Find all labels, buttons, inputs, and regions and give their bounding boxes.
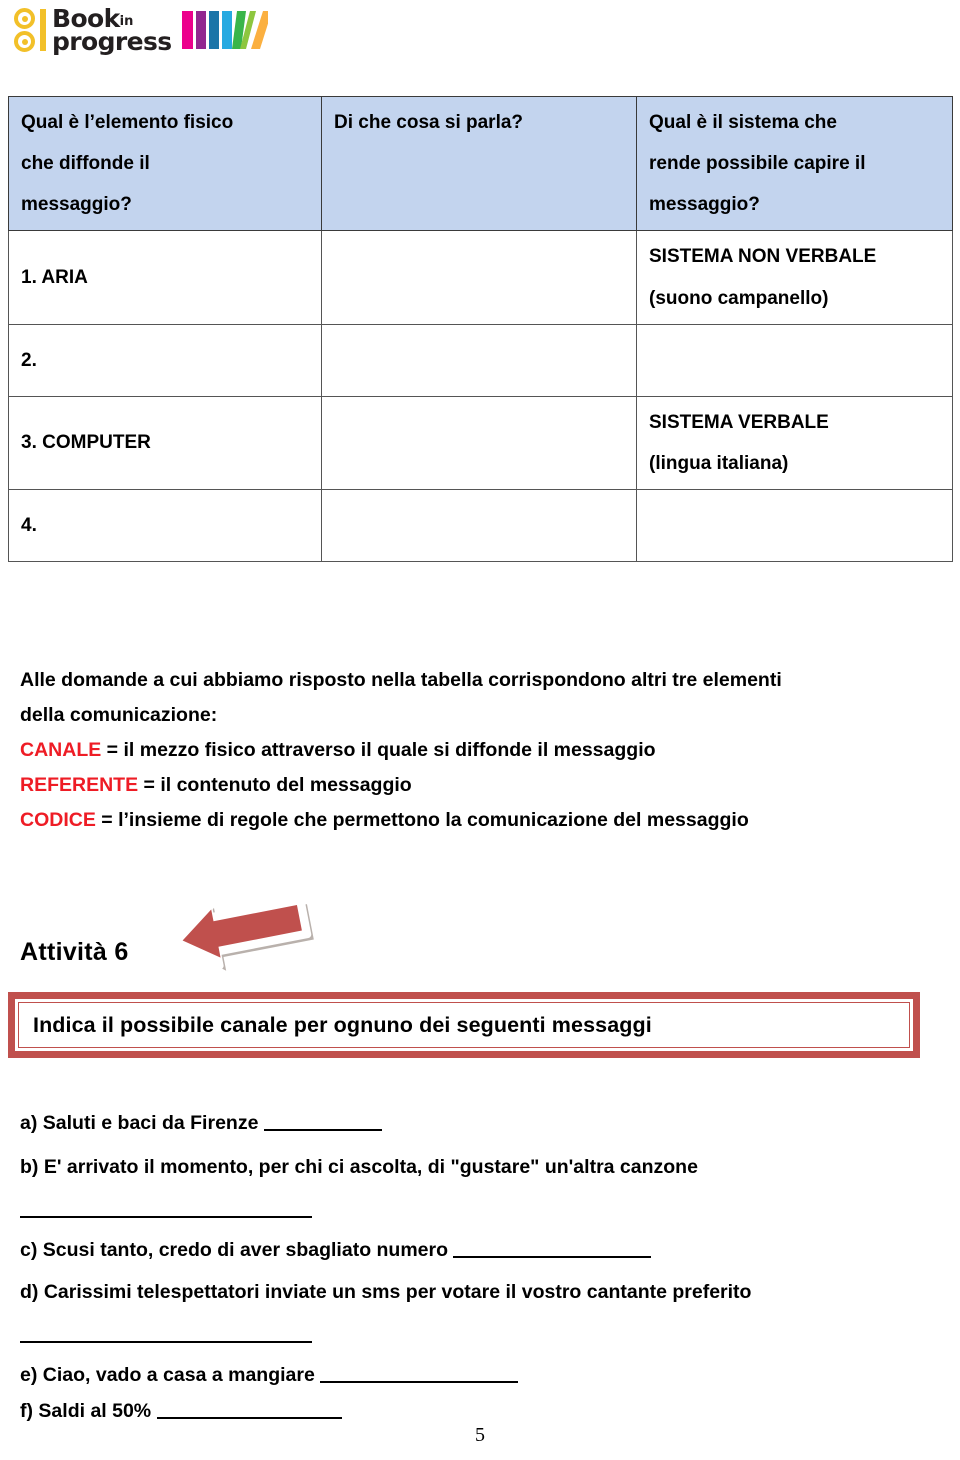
left-arrow-icon [168,895,318,981]
answer-blank-b[interactable] [20,1216,312,1219]
answer-blank-d[interactable] [20,1341,312,1344]
definition-referente: REFERENTE = il contenuto del messaggio [20,768,940,803]
definition-term-referente: REFERENTE [20,774,139,796]
definition-text-referente: = il contenuto del messaggio [143,774,412,796]
list-item: e) Ciao, vado a casa a mangiare [20,1360,940,1390]
exercise-text-a: Saluti e baci da Firenze [42,1112,259,1134]
exercise-text-e: Ciao, vado a casa a mangiare [42,1364,315,1386]
table-cell-referente-3[interactable] [321,395,637,490]
brand-logo: Bookin progress [14,6,272,56]
logo-eye-bottom-icon [14,31,35,52]
table-cell-referente-1[interactable] [321,230,637,325]
table-cell-canale-4[interactable]: 4. [8,488,322,562]
exercise-marker-f: f) [20,1400,33,1422]
exercise-marker-c: c) [20,1239,38,1261]
exercise-marker-b: b) [20,1156,39,1178]
logo-eye-top-icon [14,8,35,29]
exercise-marker-a: a) [20,1112,38,1134]
table-cell-codice-4[interactable] [636,488,953,562]
table-cell-canale-1[interactable]: 1. ARIA [8,230,322,325]
answer-blank-f[interactable] [156,1398,342,1419]
logo-mark-icon [14,8,48,52]
logo-bar-icon [40,9,46,51]
list-item: c) Scusi tanto, credo di aver sbagliato … [20,1235,940,1265]
exercise-text-b: E' arrivato il momento, per chi ci ascol… [43,1156,698,1178]
left-arrow-svg [171,895,314,971]
table-header-referente: Di che cosa si parla? [321,95,637,232]
table-header-codice: Qual è il sistema che rende possibile ca… [636,95,953,232]
exercise-text-d: Carissimi telespettatori inviate un sms … [43,1281,752,1303]
page-number: 5 [475,1424,485,1446]
exercise-text-f: Saldi al 50% [38,1400,152,1422]
definition-text-codice: = l’insieme di regole che permettono la … [101,809,749,831]
intro-line-2: della comunicazione: [20,703,218,726]
table-row: 1. ARIA SISTEMA NON VERBALE (suono campa… [8,230,953,325]
definition-text-canale: = il mezzo fisico attraverso il quale si… [106,739,656,761]
definition-codice: CODICE = l’insieme di regole che permett… [20,803,940,838]
list-item: d) Carissimi telespettatori inviate un s… [20,1277,940,1344]
definition-term-codice: CODICE [20,809,96,831]
activity-instruction-text: Indica il possibile canale per ognuno de… [33,1012,652,1037]
logo-books-icon [180,8,272,52]
communication-table: Qual è l’elemento fisico che diffonde il… [8,95,953,562]
list-item: b) E' arrivato il momento, per chi ci as… [20,1152,940,1219]
exercise-marker-d: d) [20,1281,39,1303]
logo-wordmark: Bookin progress [52,6,172,56]
activity-instruction-box: Indica il possibile canale per ognuno de… [8,992,920,1058]
table-cell-canale-3[interactable]: 3. COMPUTER [8,395,322,490]
table-cell-codice-1[interactable]: SISTEMA NON VERBALE (suono campanello) [636,230,953,325]
answer-blank-e[interactable] [320,1362,519,1383]
table-row: 3. COMPUTER SISTEMA VERBALE (lingua ital… [8,395,953,490]
table-row: 4. [8,488,953,562]
table-cell-codice-2[interactable] [636,323,953,397]
answer-blank-a[interactable] [263,1110,382,1131]
definition-canale: CANALE = il mezzo fisico attraverso il q… [20,733,940,768]
table-header-canale: Qual è l’elemento fisico che diffonde il… [8,95,322,232]
table-cell-referente-4[interactable] [321,488,637,562]
definition-term-canale: CANALE [20,739,102,761]
logo-books-svg [181,11,272,49]
activity-title: Attività 6 [20,938,129,966]
table-cell-codice-3[interactable]: SISTEMA VERBALE (lingua italiana) [636,395,953,490]
exercise-marker-e: e) [20,1364,38,1386]
logo-progress-text: progress [52,27,172,56]
table-cell-referente-2[interactable] [321,323,637,397]
exercise-text-c: Scusi tanto, credo di aver sbagliato num… [42,1239,449,1261]
table-header-row: Qual è l’elemento fisico che diffonde il… [8,95,953,232]
intro-paragraph: Alle domande a cui abbiamo risposto nell… [20,663,940,732]
list-item: f) Saldi al 50% [20,1396,940,1426]
answer-blank-c[interactable] [453,1237,652,1258]
list-item: a) Saluti e baci da Firenze [20,1108,940,1138]
table-row: 2. [8,323,953,397]
intro-line-1: Alle domande a cui abbiamo risposto nell… [20,669,782,691]
table-cell-canale-2[interactable]: 2. [8,323,322,397]
